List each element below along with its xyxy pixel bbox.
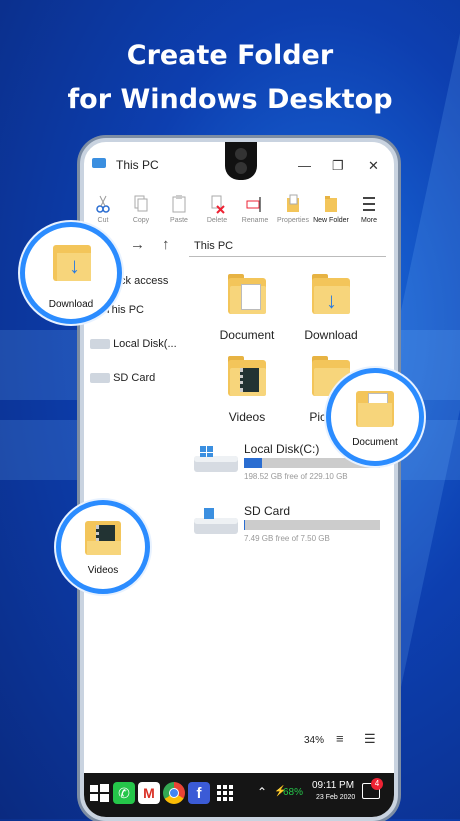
clock-time: 09:11 PM bbox=[312, 780, 354, 791]
clock-date: 23 Feb 2020 bbox=[316, 794, 355, 801]
drive-name: Local Disk(C:) bbox=[244, 442, 319, 456]
list-view-icon[interactable]: ☰ bbox=[364, 731, 376, 747]
drive-free-space: 7.49 GB free of 7.50 GB bbox=[244, 534, 330, 543]
this-pc-icon bbox=[92, 158, 106, 168]
window-title: This PC bbox=[116, 158, 159, 172]
callout-label: Videos bbox=[61, 565, 145, 576]
sidebar-item-label: Local Disk(... bbox=[113, 338, 177, 350]
download-folder-icon: ↓ bbox=[312, 274, 350, 314]
headline-line-1: Create Folder bbox=[0, 40, 460, 71]
maximize-button[interactable]: ❐ bbox=[332, 158, 344, 174]
notification-badge: 4 bbox=[371, 778, 383, 790]
taskbar: ✆ M f ⌃ ⚡ 68% 09:11 PM 23 Feb 2020 4 bbox=[84, 773, 394, 817]
drive-free-space: 198.52 GB free of 229.10 GB bbox=[244, 472, 348, 481]
title-bar: This PC — ❐ ✕ bbox=[84, 156, 394, 178]
paste-button[interactable]: Paste bbox=[160, 194, 198, 224]
drive-usage-bar bbox=[244, 520, 380, 530]
new-folder-button[interactable]: New Folder bbox=[312, 194, 350, 224]
toolbar-label: Copy bbox=[122, 217, 160, 224]
gmail-icon[interactable]: M bbox=[138, 782, 160, 804]
rename-icon bbox=[236, 194, 274, 214]
address-path[interactable]: This PC bbox=[189, 236, 386, 257]
apps-grid-icon[interactable] bbox=[214, 782, 236, 804]
folder-download[interactable]: ↓ Download bbox=[292, 274, 370, 342]
download-folder-icon: ↓ bbox=[53, 241, 91, 283]
toolbar-label: More bbox=[350, 217, 388, 224]
toolbar-label: Delete bbox=[198, 217, 236, 224]
chrome-icon[interactable] bbox=[163, 782, 185, 804]
sidebar-item-sd-card[interactable]: SD Card bbox=[90, 372, 155, 384]
folder-label: Videos bbox=[208, 410, 286, 424]
folder-document[interactable]: Document bbox=[208, 274, 286, 342]
minimize-button[interactable]: — bbox=[298, 158, 311, 173]
folder-label: Document bbox=[208, 328, 286, 342]
toolbar-label: New Folder bbox=[312, 217, 350, 224]
more-icon bbox=[350, 194, 388, 214]
sidebar-item-label: SD Card bbox=[113, 372, 155, 384]
sort-icon[interactable]: ≡ bbox=[336, 731, 344, 746]
scissors-icon bbox=[84, 194, 122, 214]
folder-label: Download bbox=[292, 328, 370, 342]
headline-line-2: for Windows Desktop bbox=[0, 84, 460, 115]
toolbar-label: Cut bbox=[84, 217, 122, 224]
folder-videos[interactable]: Videos bbox=[208, 356, 286, 424]
delete-icon bbox=[198, 194, 236, 214]
toolbar-label: Rename bbox=[236, 217, 274, 224]
toolbar-label: Properties bbox=[274, 217, 312, 224]
callout-document: Document bbox=[326, 368, 424, 466]
phone-icon[interactable]: ✆ bbox=[113, 782, 135, 804]
drive-icon bbox=[90, 373, 110, 383]
drive-icon bbox=[90, 339, 110, 349]
properties-icon bbox=[274, 194, 312, 214]
new-folder-icon bbox=[312, 194, 350, 214]
phone-screen: This PC — ❐ ✕ Cut Copy Paste Delete Rena… bbox=[80, 138, 398, 821]
callout-download: ↓ Download bbox=[20, 222, 122, 324]
cut-button[interactable]: Cut bbox=[84, 194, 122, 224]
address-bar: ← → ↑ This PC bbox=[92, 236, 386, 258]
battery-level: 68% bbox=[283, 787, 303, 798]
videos-folder-icon bbox=[85, 517, 121, 557]
sidebar-item-local-disk[interactable]: Local Disk(... bbox=[90, 338, 177, 350]
callout-videos: Videos bbox=[56, 500, 150, 594]
drive-name: SD Card bbox=[244, 504, 290, 518]
copy-button[interactable]: Copy bbox=[122, 194, 160, 224]
forward-arrow-icon[interactable]: → bbox=[130, 236, 145, 253]
drive-icon bbox=[194, 508, 238, 536]
copy-icon bbox=[122, 194, 160, 214]
close-button[interactable]: ✕ bbox=[368, 158, 379, 174]
zoom-level: 34% bbox=[304, 735, 324, 746]
delete-button[interactable]: Delete bbox=[198, 194, 236, 224]
drive-icon bbox=[194, 446, 238, 474]
up-arrow-icon[interactable]: ↑ bbox=[162, 236, 170, 253]
status-bar: 34% ≡ ☰ bbox=[84, 729, 394, 753]
videos-folder-icon bbox=[228, 356, 266, 396]
document-folder-icon bbox=[228, 274, 266, 314]
callout-label: Document bbox=[331, 437, 419, 448]
windows-start-icon[interactable] bbox=[88, 782, 110, 804]
rename-button[interactable]: Rename bbox=[236, 194, 274, 224]
paste-icon bbox=[160, 194, 198, 214]
properties-button[interactable]: Properties bbox=[274, 194, 312, 224]
facebook-icon[interactable]: f bbox=[188, 782, 210, 804]
toolbar-label: Paste bbox=[160, 217, 198, 224]
toolbar: Cut Copy Paste Delete Rename Properties … bbox=[84, 194, 394, 230]
more-button[interactable]: More bbox=[350, 194, 388, 224]
callout-label: Download bbox=[25, 299, 117, 310]
document-folder-icon bbox=[356, 387, 394, 429]
chevron-up-icon[interactable]: ⌃ bbox=[257, 785, 267, 799]
drive-usage-fill bbox=[244, 458, 262, 468]
